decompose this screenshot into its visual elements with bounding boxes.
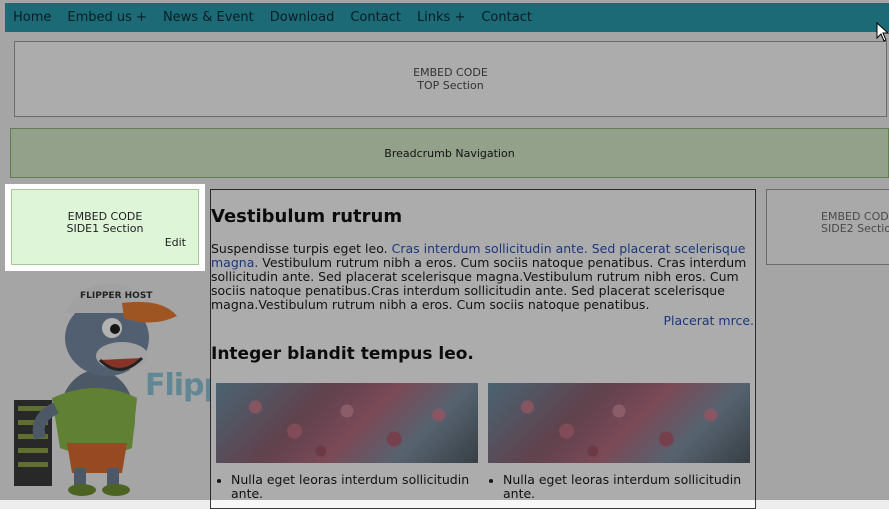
cherry-blossom-image-left [216, 383, 478, 463]
embed-top-line1: EMBED CODE [413, 66, 488, 79]
embed-top-section: EMBED CODE TOP Section [14, 41, 887, 117]
cap-text: FLIPPER HOST [80, 291, 153, 301]
nav-contact[interactable]: Contact [342, 3, 409, 32]
nav-home[interactable]: Home [5, 3, 59, 32]
breadcrumb: Breadcrumb Navigation [10, 128, 889, 178]
side2-line2: SIDE2 Section [821, 222, 889, 235]
nav-links[interactable]: Links + [409, 3, 473, 32]
nav-embed-us[interactable]: Embed us + [59, 3, 155, 32]
nav-download[interactable]: Download [262, 3, 343, 32]
side1-line2: SIDE1 Section [66, 222, 144, 235]
para-rest: Vestibulum rutrum nibh a eros. Cum socii… [211, 255, 747, 312]
main-content: Vestibulum rutrum Suspendisse turpis ege… [210, 189, 756, 509]
content-heading-1: Vestibulum rutrum [211, 206, 403, 227]
embed-side1-section[interactable]: EMBED CODE SIDE1 Section Edit [11, 189, 199, 265]
para-start: Suspendisse turpis eget leo. [211, 241, 392, 256]
side1-edit-link[interactable]: Edit [165, 236, 186, 249]
more-link[interactable]: Placerat mrce. [664, 313, 755, 328]
list-item: Nulla eget leoras interdum sollicitudin … [489, 473, 755, 501]
top-navigation: Home Embed us + News & Event Download Co… [5, 3, 889, 32]
embed-top-line2: TOP Section [417, 79, 484, 92]
nav-contact-2[interactable]: Contact [473, 3, 540, 32]
list-item: Nulla eget leoras interdum sollicitudin … [217, 473, 486, 501]
content-paragraph: Suspendisse turpis eget leo. Cras interd… [211, 242, 751, 312]
page: Home Embed us + News & Event Download Co… [0, 0, 889, 509]
nav-news-event[interactable]: News & Event [155, 3, 262, 32]
cherry-blossom-image-right [488, 383, 750, 463]
content-heading-2: Integer blandit tempus leo. [211, 344, 474, 364]
breadcrumb-label: Breadcrumb Navigation [384, 146, 515, 160]
embed-side2-section: EMBED CODE SIDE2 Section [766, 189, 889, 265]
mouse-cursor-icon [876, 22, 889, 42]
